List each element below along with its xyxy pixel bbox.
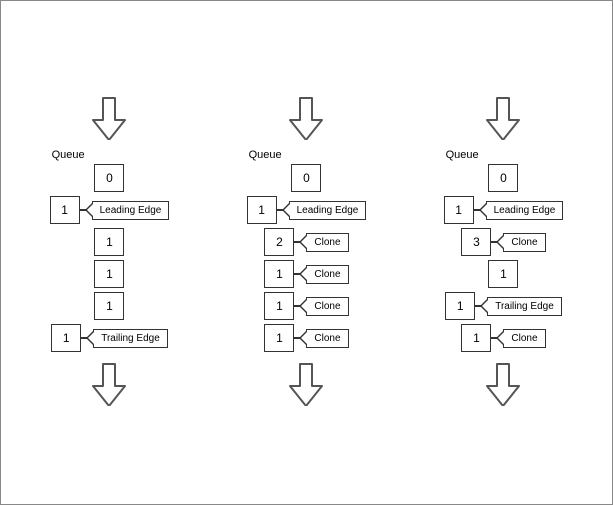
top-arrow	[485, 96, 521, 143]
bottom-arrow	[91, 362, 127, 409]
diagram-2: Queue01Leading Edge2Clone1Clone1Clone1Cl…	[247, 96, 367, 409]
cell-5: 1	[461, 324, 491, 352]
cell-row: 1	[94, 260, 124, 288]
cell-row: 1 Clone	[264, 260, 348, 288]
cell-row: 1 Trailing Edge	[51, 324, 168, 352]
cell-row: 1 Leading Edge	[50, 196, 170, 224]
cell-row: 1 Trailing Edge	[445, 292, 562, 320]
cell-row: 1 Clone	[461, 324, 545, 352]
queue-label: Queue	[52, 149, 85, 161]
bottom-arrow-icon	[485, 362, 521, 406]
cell-row: 0	[291, 164, 321, 192]
cell-row: 1	[94, 228, 124, 256]
cell-row: 1 Leading Edge	[444, 196, 564, 224]
cell-row: 1 Clone	[264, 292, 348, 320]
queue-column: Queue01Leading Edge1111Trailing Edge	[50, 149, 170, 356]
queue-column: Queue01Leading Edge3Clone11Trailing Edge…	[444, 149, 564, 356]
queue-label: Queue	[446, 149, 479, 161]
label-tag: Trailing Edge	[487, 297, 562, 316]
bottom-arrow-icon	[91, 362, 127, 406]
queue-label: Queue	[249, 149, 282, 161]
label-tag: Clone	[503, 233, 545, 252]
cell-1: 1	[247, 196, 277, 224]
label-tag: Clone	[306, 297, 348, 316]
cell-row: 1 Clone	[264, 324, 348, 352]
cell-2: 2	[264, 228, 294, 256]
cell-1: 1	[444, 196, 474, 224]
main-container: Queue01Leading Edge1111Trailing Edge Que…	[0, 0, 613, 505]
label-tag: Clone	[306, 233, 348, 252]
bottom-arrow	[485, 362, 521, 409]
cell-0: 0	[291, 164, 321, 192]
cell-3: 1	[264, 260, 294, 288]
label-tag: Clone	[503, 329, 545, 348]
cell-3: 1	[488, 260, 518, 288]
cell-row: 1	[488, 260, 518, 288]
label-tag: Leading Edge	[486, 201, 564, 220]
cell-5: 1	[264, 324, 294, 352]
top-arrow-icon	[485, 96, 521, 140]
cell-4: 1	[264, 292, 294, 320]
label-tag: Trailing Edge	[93, 329, 168, 348]
top-arrow-icon	[288, 96, 324, 140]
cell-2: 3	[461, 228, 491, 256]
cell-row: 2 Clone	[264, 228, 348, 256]
cell-0: 0	[94, 164, 124, 192]
cell-4: 1	[94, 292, 124, 320]
queue-column: Queue01Leading Edge2Clone1Clone1Clone1Cl…	[247, 149, 367, 356]
cell-0: 0	[488, 164, 518, 192]
top-arrow	[288, 96, 324, 143]
diagram-1: Queue01Leading Edge1111Trailing Edge	[50, 96, 170, 409]
cell-row: 0	[488, 164, 518, 192]
cell-3: 1	[94, 260, 124, 288]
cell-row: 3 Clone	[461, 228, 545, 256]
cell-5: 1	[51, 324, 81, 352]
top-arrow-icon	[91, 96, 127, 140]
cell-1: 1	[50, 196, 80, 224]
cell-row: 1	[94, 292, 124, 320]
cell-2: 1	[94, 228, 124, 256]
cell-row: 0	[94, 164, 124, 192]
diagram-3: Queue01Leading Edge3Clone11Trailing Edge…	[444, 96, 564, 409]
label-tag: Leading Edge	[92, 201, 170, 220]
label-tag: Clone	[306, 329, 348, 348]
cell-row: 1 Leading Edge	[247, 196, 367, 224]
bottom-arrow-icon	[288, 362, 324, 406]
bottom-arrow	[288, 362, 324, 409]
cell-4: 1	[445, 292, 475, 320]
label-tag: Clone	[306, 265, 348, 284]
top-arrow	[91, 96, 127, 143]
label-tag: Leading Edge	[289, 201, 367, 220]
